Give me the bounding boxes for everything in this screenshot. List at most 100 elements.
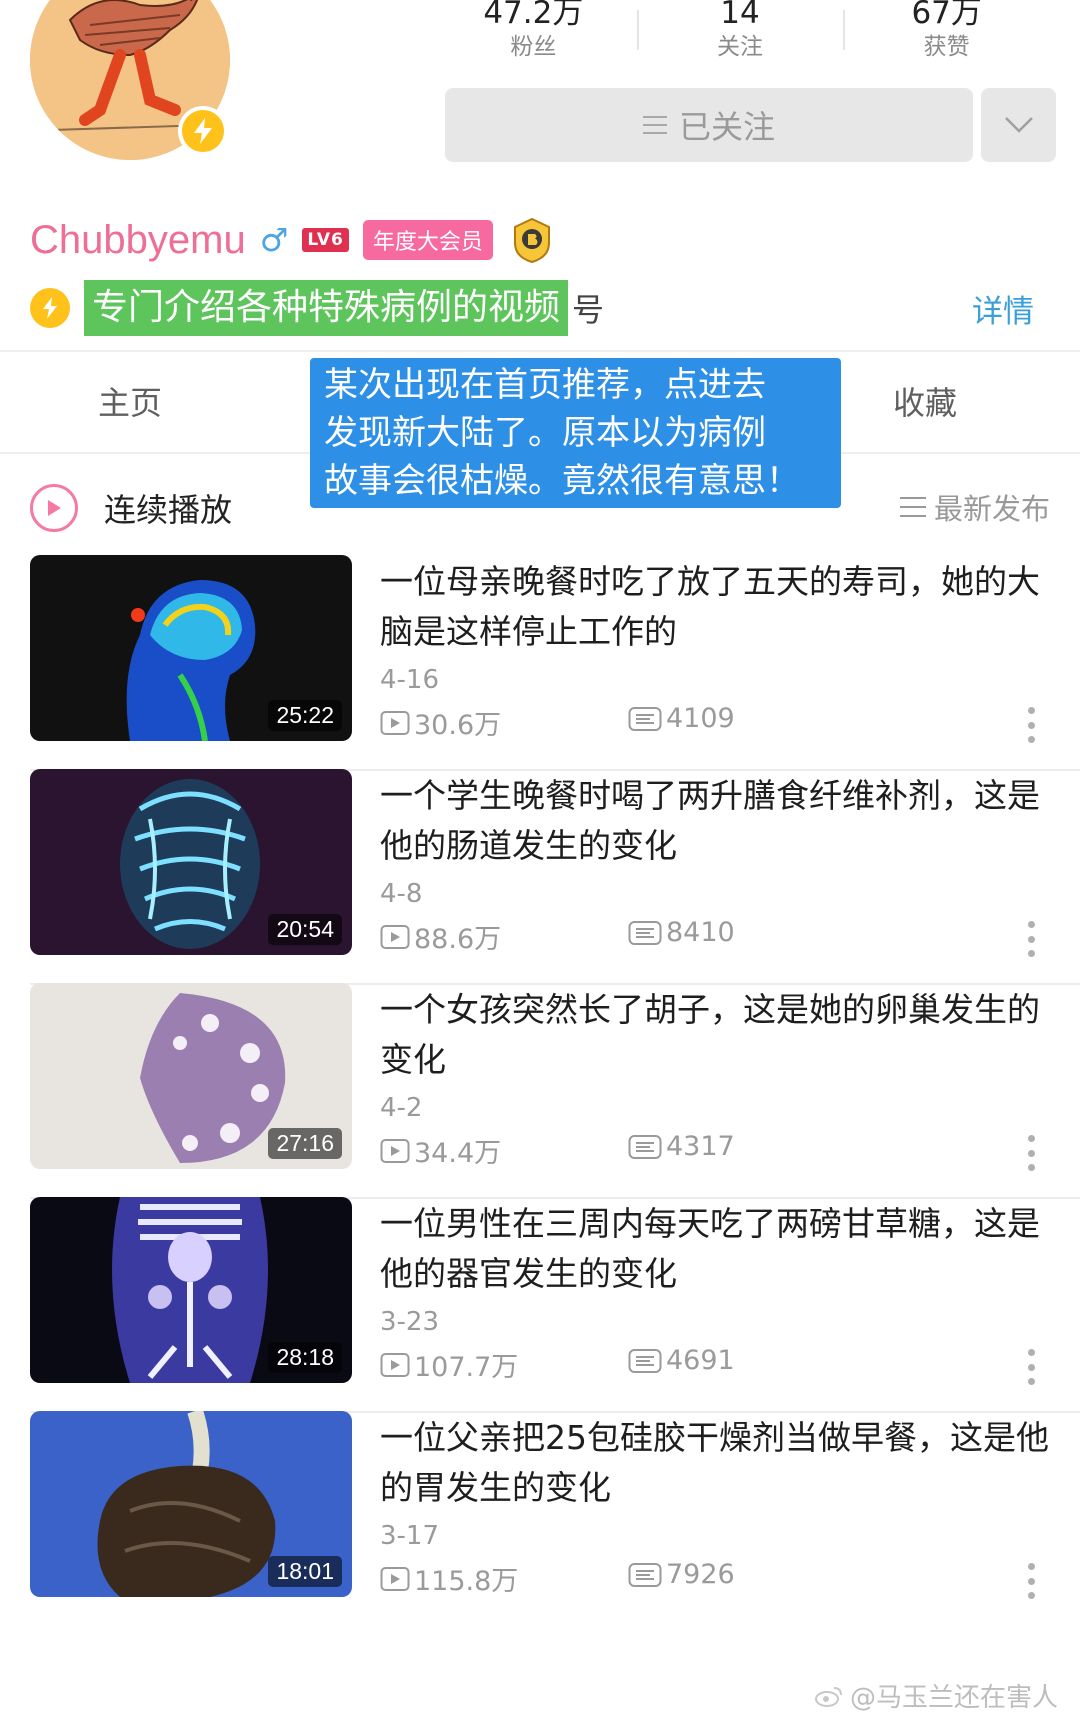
name-row: Chubbyemu ♂ LV6 年度大会员	[30, 212, 557, 268]
video-title[interactable]: 一个学生晚餐时喝了两升膳食纤维补剂，这是他的肠道发生的变化	[380, 771, 1060, 871]
video-item[interactable]: 27:16 一个女孩突然长了胡子，这是她的卵巢发生的变化 4-2 34.4万 4…	[0, 983, 1080, 1213]
followed-button[interactable]: 已关注	[445, 88, 973, 162]
more-options-icon[interactable]	[1026, 1349, 1036, 1385]
medal-icon[interactable]	[507, 215, 557, 265]
play-count: 88.6万	[380, 917, 501, 956]
tab-favorites[interactable]: 收藏	[893, 378, 957, 424]
more-options-icon[interactable]	[1026, 1135, 1036, 1171]
annotation-line: 发现新大陆了。原本以为病例	[324, 413, 766, 453]
watermark: @马玉兰还在害人	[814, 1677, 1058, 1714]
follow-dropdown-button[interactable]	[981, 88, 1056, 162]
danmaku-count: 4109	[628, 703, 735, 734]
bio-suffix: 号	[572, 291, 605, 329]
detail-link[interactable]: 详情	[972, 286, 1034, 331]
play-icon[interactable]	[30, 484, 78, 532]
play-count: 30.6万	[380, 703, 501, 742]
stat-value: 47.2万	[483, 0, 584, 31]
annotation-line: 某次出现在首页推荐，点进去	[324, 365, 766, 405]
video-meta: 107.7万 4691	[380, 1345, 1060, 1385]
chevron-down-icon	[1004, 117, 1033, 133]
video-meta: 30.6万 4109	[380, 703, 1060, 743]
video-duration: 25:22	[268, 700, 342, 731]
danmaku-count-value: 4317	[666, 1131, 735, 1162]
play-count-value: 115.8万	[414, 1566, 519, 1597]
danmaku-icon	[628, 1562, 662, 1587]
stat-label: 关注	[717, 34, 763, 60]
username: Chubbyemu	[30, 217, 246, 262]
play-count-value: 107.7万	[414, 1352, 519, 1383]
stat-likes[interactable]: 67万 获赞	[843, 0, 1050, 70]
video-date: 3-23	[380, 1307, 440, 1337]
video-date: 3-17	[380, 1521, 440, 1551]
play-count-value: 34.4万	[414, 1138, 502, 1169]
video-item[interactable]: 28:18 一位男性在三周内每天吃了两磅甘草糖，这是他的器官发生的变化 3-23…	[0, 1197, 1080, 1427]
stat-following[interactable]: 14 关注	[636, 0, 844, 70]
stat-label: 获赞	[923, 34, 970, 60]
video-duration: 27:16	[268, 1128, 342, 1159]
menu-lines-icon	[642, 116, 667, 134]
more-options-icon[interactable]	[1026, 1563, 1036, 1599]
video-item[interactable]: 25:22 一位母亲晚餐时吃了放了五天的寿司，她的大脑是这样停止工作的 4-16…	[0, 555, 1080, 785]
sort-icon	[899, 497, 926, 517]
bio-text: 专门介绍各种特殊病例的视频	[84, 280, 569, 336]
weibo-icon	[814, 1686, 842, 1707]
bio-row: 专门介绍各种特殊病例的视频 号 详情	[30, 278, 1060, 338]
play-count-value: 88.6万	[414, 924, 502, 955]
play-count: 107.7万	[380, 1345, 518, 1384]
video-title[interactable]: 一个女孩突然长了胡子，这是她的卵巢发生的变化	[380, 985, 1060, 1085]
annotation-line: 故事会很枯燥。竟然很有意思！	[324, 461, 800, 501]
video-duration: 18:01	[268, 1556, 342, 1587]
stat-value: 67万	[911, 0, 982, 31]
more-options-icon[interactable]	[1026, 921, 1036, 957]
play-count-icon	[380, 710, 410, 735]
play-count-icon	[380, 1352, 410, 1377]
lightning-icon	[30, 288, 70, 328]
video-thumbnail[interactable]: 27:16	[30, 983, 352, 1169]
video-title[interactable]: 一位男性在三周内每天吃了两磅甘草糖，这是他的器官发生的变化	[380, 1199, 1060, 1299]
video-duration: 28:18	[268, 1342, 342, 1373]
play-count-icon	[380, 1566, 410, 1591]
danmaku-count: 8410	[628, 917, 735, 948]
video-item[interactable]: 18:01 一位父亲把25包硅胶干燥剂当做早餐，这是他的胃发生的变化 3-17 …	[0, 1411, 1080, 1641]
play-count: 115.8万	[380, 1559, 518, 1598]
sort-button[interactable]: 最新发布	[899, 486, 1050, 528]
video-duration: 20:54	[268, 914, 342, 945]
danmaku-icon	[628, 1348, 662, 1373]
play-count: 34.4万	[380, 1131, 501, 1170]
video-title[interactable]: 一位父亲把25包硅胶干燥剂当做早餐，这是他的胃发生的变化	[380, 1413, 1060, 1513]
video-thumbnail[interactable]: 18:01	[30, 1411, 352, 1597]
stat-label: 粉丝	[510, 34, 557, 60]
video-thumbnail[interactable]: 20:54	[30, 769, 352, 955]
danmaku-icon	[628, 1134, 662, 1159]
video-title[interactable]: 一位母亲晚餐时吃了放了五天的寿司，她的大脑是这样停止工作的	[380, 557, 1060, 657]
video-thumbnail[interactable]: 28:18	[30, 1197, 352, 1383]
more-options-icon[interactable]	[1026, 707, 1036, 743]
danmaku-count: 4317	[628, 1131, 735, 1162]
video-meta: 115.8万 7926	[380, 1559, 1060, 1599]
stat-value: 14	[720, 0, 760, 31]
play-count-value: 30.6万	[414, 710, 502, 741]
video-thumbnail[interactable]: 25:22	[30, 555, 352, 741]
followed-label: 已关注	[678, 108, 775, 146]
stat-followers[interactable]: 47.2万 粉丝	[430, 0, 637, 70]
continuous-play-button[interactable]: 连续播放	[104, 485, 232, 531]
danmaku-count: 4691	[628, 1345, 735, 1376]
video-item[interactable]: 20:54 一个学生晚餐时喝了两升膳食纤维补剂，这是他的肠道发生的变化 4-8 …	[0, 769, 1080, 999]
tab-home[interactable]: 主页	[98, 378, 162, 424]
danmaku-count-value: 8410	[666, 917, 735, 948]
video-meta: 34.4万 4317	[380, 1131, 1060, 1171]
video-date: 4-8	[380, 879, 423, 909]
danmaku-count: 7926	[628, 1559, 735, 1590]
danmaku-icon	[628, 920, 662, 945]
watermark-text: @马玉兰还在害人	[849, 1683, 1058, 1713]
male-icon: ♂	[259, 221, 289, 259]
annotation-overlay: 某次出现在首页推荐，点进去 发现新大陆了。原本以为病例 故事会很枯燥。竟然很有意…	[310, 358, 841, 508]
verified-badge-icon	[178, 106, 228, 156]
profile-stats: 47.2万 粉丝 14 关注 67万 获赞	[430, 0, 1050, 70]
danmaku-count-value: 4691	[666, 1345, 735, 1376]
sort-label: 最新发布	[933, 492, 1050, 526]
vip-badge[interactable]: 年度大会员	[362, 220, 493, 260]
level-badge: LV6	[302, 228, 349, 252]
play-count-icon	[380, 924, 410, 949]
video-date: 4-2	[380, 1093, 423, 1123]
